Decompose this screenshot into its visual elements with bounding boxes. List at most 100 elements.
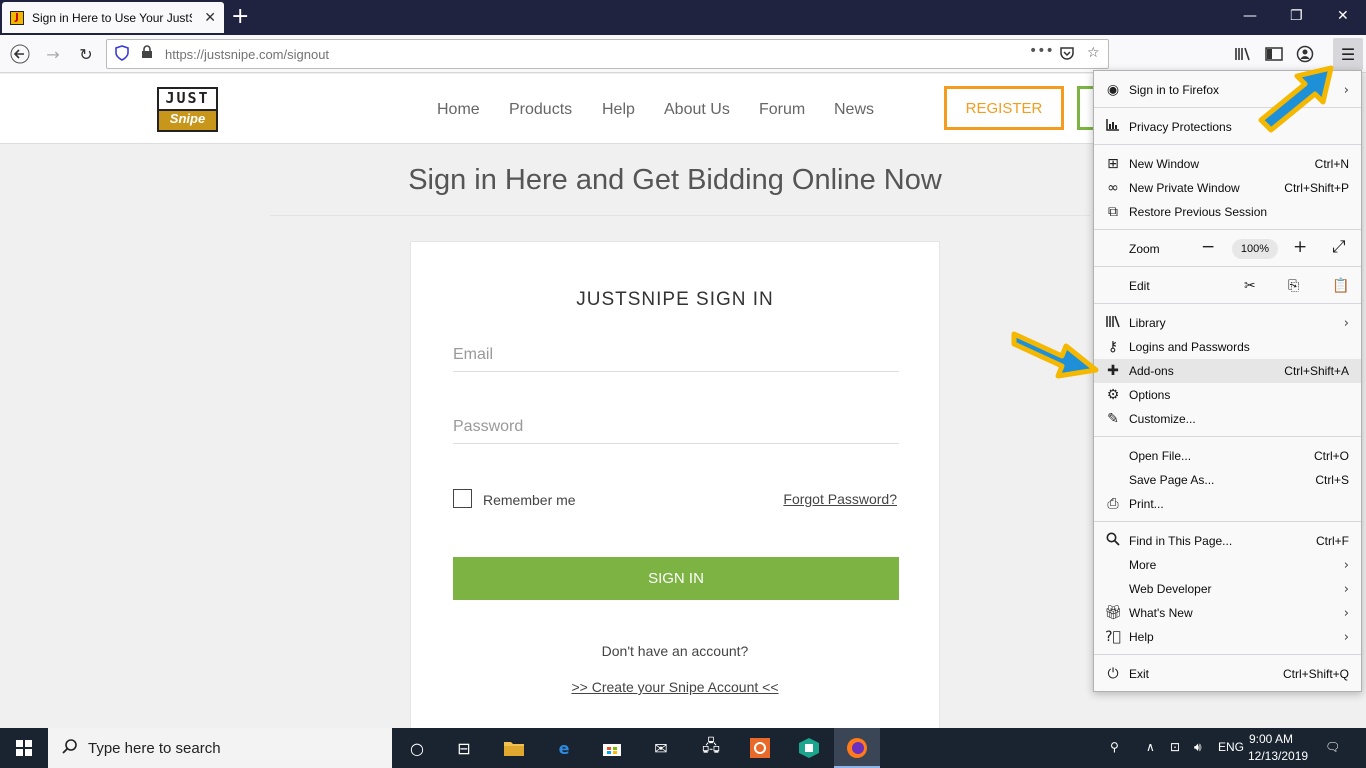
zoom-level[interactable]: 100% (1232, 239, 1278, 259)
windows-taskbar: Type here to search ○ ⊟ e ✉ 🖧︎ ⚲ ∧ ⊡ 🔊︎ … (0, 728, 1366, 768)
menu-label: What's New (1129, 606, 1193, 620)
tracking-shield-icon[interactable] (115, 45, 129, 65)
menu-print[interactable]: ⎙ Print... (1094, 492, 1361, 516)
firefox-app-menu: ◉ Sign in to Firefox › Privacy Protectio… (1093, 70, 1362, 692)
lock-icon[interactable] (141, 45, 153, 63)
notifications-icon[interactable]: 🗨︎ (1325, 740, 1340, 754)
nav-products[interactable]: Products (509, 101, 572, 119)
menu-open-file[interactable]: Open File... Ctrl+O (1094, 444, 1361, 468)
nav-about-us[interactable]: About Us (664, 101, 730, 119)
menu-help[interactable]: ?⃝ Help › (1094, 625, 1361, 649)
app-icon-teal[interactable] (796, 736, 822, 760)
menu-web-developer[interactable]: Web Developer › (1094, 577, 1361, 601)
windows-start-icon[interactable] (0, 728, 48, 768)
zoom-out-icon[interactable]: − (1201, 237, 1215, 257)
copy-icon[interactable]: ⎘ (1288, 278, 1299, 294)
menu-new-window[interactable]: ⊞ New Window Ctrl+N (1094, 152, 1361, 176)
menu-restore-session[interactable]: ⧉ Restore Previous Session (1094, 200, 1361, 224)
nav-news[interactable]: News (834, 101, 874, 119)
fullscreen-icon[interactable]: ⤢ (1332, 237, 1346, 257)
file-explorer-icon[interactable] (501, 736, 527, 760)
menu-label: Exit (1129, 667, 1150, 681)
menu-exit[interactable]: ⏻ Exit Ctrl+Shift+Q (1094, 662, 1361, 686)
url-text[interactable]: https://justsnipe.com/signout (165, 47, 329, 62)
taskbar-search[interactable]: Type here to search (48, 728, 392, 768)
zoom-in-icon[interactable]: + (1293, 237, 1307, 257)
close-window-icon[interactable]: ✕ (1337, 8, 1349, 24)
network-icon[interactable]: ⊡ (1170, 740, 1180, 754)
bookmark-star-icon[interactable]: ☆ (1087, 45, 1100, 61)
menu-label: Edit (1129, 279, 1150, 293)
menu-label: Logins and Passwords (1129, 340, 1250, 354)
menu-customize[interactable]: ✎ Customize... (1094, 407, 1361, 431)
browser-tab[interactable]: J Sign in Here to Use Your JustSn ✕ (2, 2, 224, 33)
menu-label: Save Page As... (1129, 473, 1215, 487)
volume-icon[interactable]: 🔊︎ (1194, 740, 1202, 755)
tray-chevron-up-icon[interactable]: ∧ (1146, 740, 1155, 754)
minimize-icon[interactable]: — (1243, 8, 1257, 24)
forgot-password-link[interactable]: Forgot Password? (783, 491, 897, 507)
menu-shortcut: Ctrl+Shift+P (1284, 181, 1349, 195)
pocket-icon[interactable] (1059, 45, 1075, 65)
reload-icon[interactable]: ↻ (73, 41, 99, 67)
cortana-icon[interactable]: ○ (404, 736, 430, 760)
menu-find[interactable]: Find in This Page... Ctrl+F (1094, 529, 1361, 553)
menu-edit: Edit ✂ ⎘ 📋 (1094, 274, 1361, 298)
menu-private-window[interactable]: ∞ New Private Window Ctrl+Shift+P (1094, 176, 1361, 200)
menu-save-page[interactable]: Save Page As... Ctrl+S (1094, 468, 1361, 492)
email-field[interactable]: Email (453, 342, 899, 372)
site-logo[interactable]: JUST Snipe (157, 87, 218, 132)
remember-me-label[interactable]: Remember me (483, 492, 576, 508)
register-button[interactable]: REGISTER (944, 86, 1064, 130)
menu-addons[interactable]: ✚ Add-ons Ctrl+Shift+A (1094, 359, 1361, 383)
menu-separator (1094, 303, 1361, 304)
nav-home[interactable]: Home (437, 101, 480, 119)
logo-top-text: JUST (165, 89, 210, 107)
remember-me-checkbox[interactable] (453, 489, 472, 508)
paste-icon[interactable]: 📋 (1332, 278, 1349, 294)
task-view-icon[interactable]: ⊟ (451, 736, 477, 760)
new-window-icon: ⊞ (1107, 156, 1119, 172)
menu-separator (1094, 521, 1361, 522)
browser-toolbar: → ↻ https://justsnipe.com/signout ••• ☆ … (0, 35, 1366, 73)
help-icon: ?⃝ (1105, 629, 1121, 645)
menu-whats-new[interactable]: 🎁︎ What's New › (1094, 601, 1361, 625)
language-indicator[interactable]: ENG (1218, 740, 1244, 754)
menu-more[interactable]: More › (1094, 553, 1361, 577)
search-icon (1104, 532, 1122, 550)
menu-label: Sign in to Firefox (1129, 83, 1220, 97)
password-field[interactable]: Password (453, 414, 899, 444)
mail-icon[interactable]: ✉ (648, 736, 674, 760)
restore-window-icon[interactable]: ❐ (1290, 8, 1303, 24)
back-icon[interactable] (7, 41, 33, 67)
url-bar[interactable]: https://justsnipe.com/signout ••• ☆ (106, 39, 1109, 69)
edge-icon[interactable]: e (551, 736, 577, 760)
page-actions-icon[interactable]: ••• (1029, 43, 1054, 59)
menu-logins[interactable]: ⚷ Logins and Passwords (1094, 335, 1361, 359)
store-icon[interactable] (599, 736, 625, 760)
cut-icon[interactable]: ✂ (1244, 278, 1256, 294)
menu-label: Options (1129, 388, 1171, 402)
menu-options[interactable]: ⚙ Options (1094, 383, 1361, 407)
firefox-icon[interactable] (844, 736, 870, 760)
hamburger-menu-icon[interactable]: ☰ (1333, 38, 1363, 70)
menu-separator (1094, 436, 1361, 437)
tab-close-icon[interactable]: ✕ (204, 9, 216, 26)
forward-icon[interactable]: → (40, 41, 66, 67)
taskbar-clock[interactable]: 9:00 AM 12/13/2019 (1248, 731, 1308, 765)
nav-help[interactable]: Help (602, 101, 635, 119)
app-icon-orange[interactable] (747, 736, 773, 760)
menu-library[interactable]: Library › (1094, 311, 1361, 335)
app-icon-network[interactable]: 🖧︎ (698, 736, 724, 760)
nav-forum[interactable]: Forum (759, 101, 805, 119)
new-tab-icon[interactable]: + (231, 4, 249, 29)
printer-icon: ⎙ (1107, 496, 1119, 512)
create-account-link[interactable]: >> Create your Snipe Account << (411, 679, 939, 695)
chart-icon (1104, 119, 1122, 135)
library-icon[interactable] (1230, 41, 1256, 67)
menu-zoom: Zoom − 100% + ⤢ (1094, 237, 1361, 261)
people-icon[interactable]: ⚲ (1110, 740, 1119, 754)
signin-button[interactable]: SIGN IN (453, 557, 899, 600)
power-icon: ⏻ (1107, 666, 1119, 682)
logo-bottom-text: Snipe (159, 109, 216, 130)
